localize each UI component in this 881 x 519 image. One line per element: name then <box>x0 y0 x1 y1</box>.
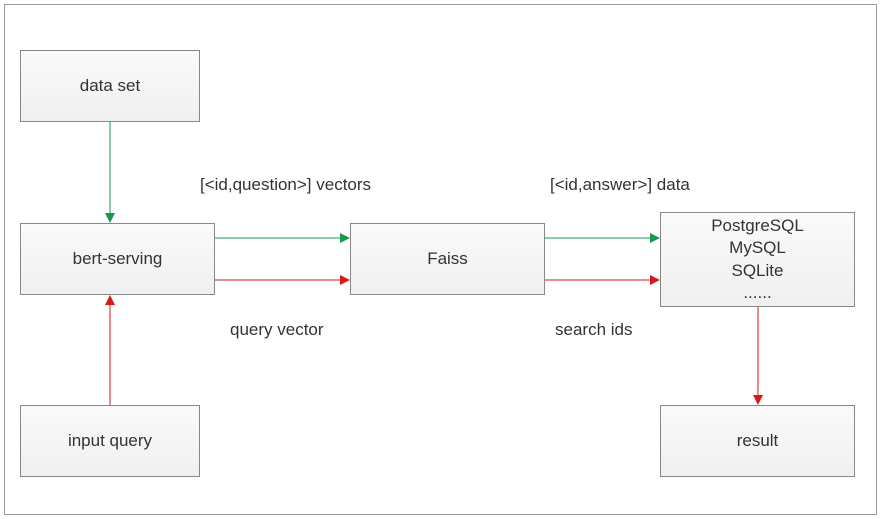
box-faiss: Faiss <box>350 223 545 295</box>
box-label-line: MySQL <box>729 237 786 259</box>
arrow-label-data: [<id,answer>] data <box>550 175 690 195</box>
box-data-set: data set <box>20 50 200 122</box>
box-input-query: input query <box>20 405 200 477</box>
box-label-line: ...... <box>743 282 771 304</box>
box-label-line: SQLite <box>732 260 784 282</box>
box-label: bert-serving <box>73 249 163 269</box>
arrow-label-search-ids: search ids <box>555 320 632 340</box>
arrow-label-query-vector: query vector <box>230 320 324 340</box>
box-label: data set <box>80 76 141 96</box>
box-bert-serving: bert-serving <box>20 223 215 295</box>
box-result: result <box>660 405 855 477</box>
box-label: result <box>737 431 779 451</box>
box-databases: PostgreSQL MySQL SQLite ...... <box>660 212 855 307</box>
box-label: input query <box>68 431 152 451</box>
box-label-line: PostgreSQL <box>711 215 804 237</box>
box-label: Faiss <box>427 249 468 269</box>
arrow-label-vectors: [<id,question>] vectors <box>200 175 371 195</box>
